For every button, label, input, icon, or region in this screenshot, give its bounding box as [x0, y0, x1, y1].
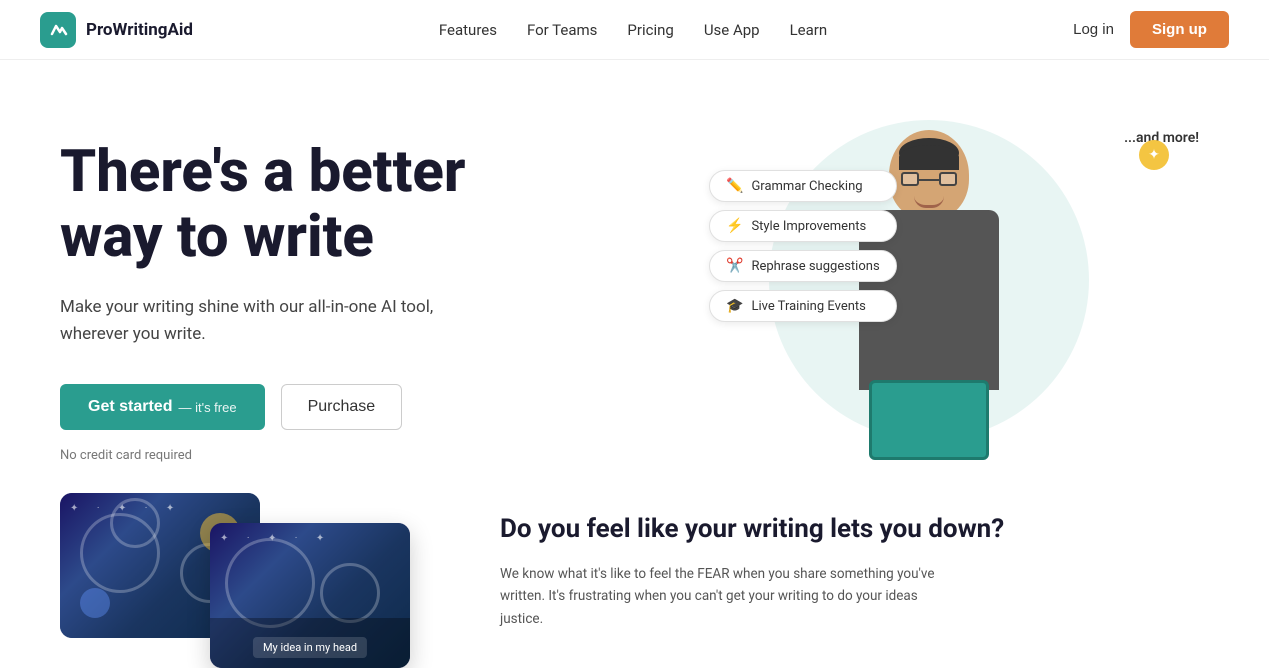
nav-pricing[interactable]: Pricing [627, 21, 673, 39]
pill-training: 🎓 Live Training Events [709, 290, 897, 322]
lower-title: Do you feel like your writing lets you d… [500, 513, 1209, 547]
card-front: My idea in my head [210, 523, 410, 668]
nav-learn[interactable]: Learn [790, 21, 828, 39]
no-cc-label: No credit card required [60, 448, 640, 463]
signup-button[interactable]: Sign up [1130, 11, 1229, 48]
starry-cards: My idea in my head [60, 493, 400, 648]
lower-right: Do you feel like your writing lets you d… [500, 493, 1209, 630]
hero-buttons: Get started — it's free Purchase [60, 384, 640, 430]
lower-left: My idea in my head [60, 493, 440, 648]
hero-section: There's a better way to write Make your … [0, 60, 1269, 493]
feature-pills: ✏️ Grammar Checking ⚡ Style Improvements… [709, 170, 897, 322]
lower-section: My idea in my head Do you feel like your… [0, 493, 1269, 648]
swirl-2 [110, 498, 160, 548]
login-button[interactable]: Log in [1073, 21, 1114, 38]
pill-style: ⚡ Style Improvements [709, 210, 897, 242]
training-icon: 🎓 [726, 298, 743, 314]
pill-grammar: ✏️ Grammar Checking [709, 170, 897, 202]
starry-bg-front: My idea in my head [210, 523, 410, 668]
swirl-front-1 [225, 538, 315, 628]
rephrase-icon: ✂️ [726, 258, 743, 274]
logo[interactable]: ProWritingAid [40, 12, 193, 48]
person-laptop [869, 380, 989, 460]
lower-desc: We know what it's like to feel the FEAR … [500, 563, 960, 630]
nav-use-app[interactable]: Use App [704, 21, 760, 39]
pill-rephrase: ✂️ Rephrase suggestions [709, 250, 897, 282]
get-started-button[interactable]: Get started — it's free [60, 384, 265, 430]
logo-text: ProWritingAid [86, 20, 193, 40]
purchase-button[interactable]: Purchase [281, 384, 403, 430]
person-head [889, 130, 969, 220]
grammar-icon: ✏️ [726, 178, 743, 194]
sparkle-icon: ✦ [1139, 140, 1169, 170]
nav-actions: Log in Sign up [1073, 11, 1229, 48]
logo-icon [40, 12, 76, 48]
style-icon: ⚡ [726, 218, 743, 234]
hero-subtitle: Make your writing shine with our all-in-… [60, 294, 480, 348]
main-nav: ProWritingAid Features For Teams Pricing… [0, 0, 1269, 60]
nav-for-teams[interactable]: For Teams [527, 21, 597, 39]
nav-features[interactable]: Features [439, 21, 497, 39]
swirl-front-2 [320, 563, 380, 623]
nav-links: Features For Teams Pricing Use App Learn [439, 21, 827, 39]
hero-title: There's a better way to write [60, 140, 640, 270]
hero-left: There's a better way to write Make your … [60, 120, 640, 463]
hero-illustration: ✏️ Grammar Checking ⚡ Style Improvements… [709, 110, 1209, 450]
